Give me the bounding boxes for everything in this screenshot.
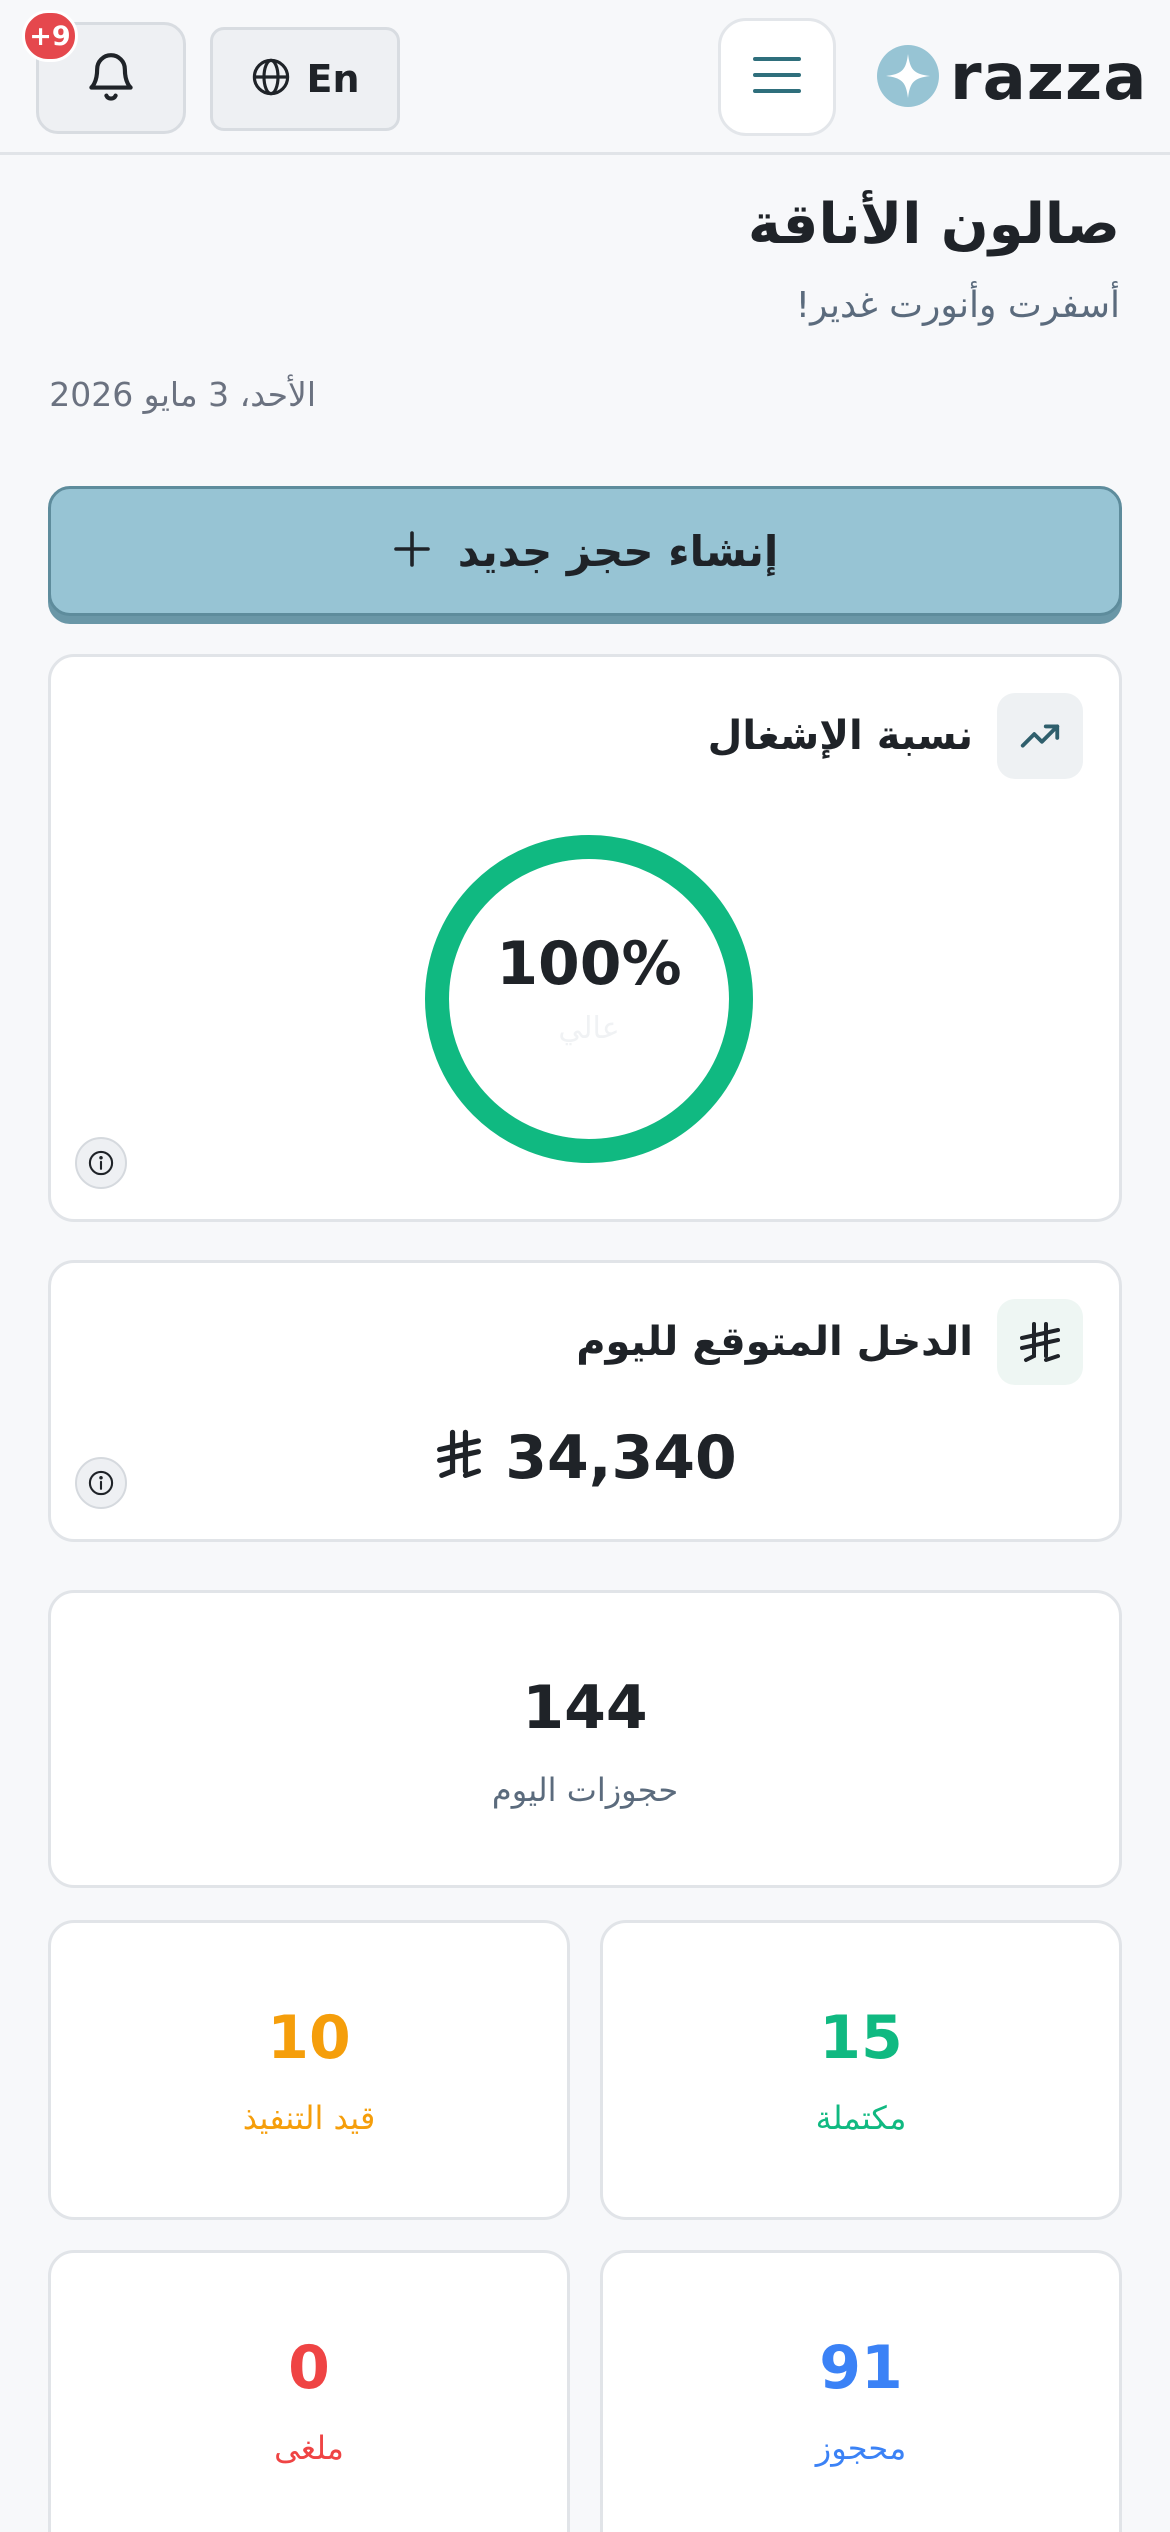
brand-logo: razza bbox=[876, 40, 1146, 116]
income-card: الدخل المتوقع لليوم 34,340 bbox=[48, 1260, 1122, 1542]
riyal-currency-icon bbox=[433, 1428, 485, 1488]
occupancy-card: نسبة الإشغال 100% عالي bbox=[48, 654, 1122, 1222]
new-booking-label: إنشاء حجز جديد bbox=[457, 526, 779, 576]
greeting-text: أسفرت وأنورت غدير! bbox=[795, 285, 1120, 326]
stat-in-progress-label: قيد التنفيذ bbox=[242, 2099, 376, 2137]
stat-completed-value: 15 bbox=[819, 2003, 903, 2073]
occupancy-card-header: نسبة الإشغال bbox=[708, 693, 1083, 779]
top-bar: +9 En razza bbox=[0, 0, 1170, 155]
menu-button[interactable] bbox=[718, 18, 836, 136]
hamburger-menu-icon bbox=[751, 53, 803, 101]
occupancy-gauge: 100% عالي bbox=[419, 829, 759, 1169]
sparkle-logo-icon bbox=[876, 44, 940, 112]
stat-booked-label: محجوز bbox=[815, 2429, 907, 2467]
stat-completed-label: مكتملة bbox=[815, 2099, 907, 2137]
occupancy-ring bbox=[425, 835, 753, 1163]
stat-cancelled-value: 0 bbox=[288, 2333, 330, 2403]
plus-icon bbox=[392, 529, 432, 573]
new-booking-button[interactable]: إنشاء حجز جديد bbox=[48, 486, 1122, 616]
income-card-header: الدخل المتوقع لليوم bbox=[576, 1299, 1083, 1385]
stat-cancelled-label: ملغى bbox=[274, 2429, 344, 2467]
stat-total-value: 144 bbox=[522, 1673, 648, 1743]
income-value-row: 34,340 bbox=[51, 1423, 1119, 1493]
stat-total-label: حجوزات اليوم bbox=[491, 1771, 679, 1809]
occupancy-level: عالي bbox=[558, 1011, 620, 1046]
income-title: الدخل المتوقع لليوم bbox=[576, 1319, 973, 1365]
globe-icon bbox=[250, 56, 292, 102]
occupancy-title: نسبة الإشغال bbox=[707, 713, 973, 759]
stat-total-bookings[interactable]: 144 حجوزات اليوم bbox=[48, 1590, 1122, 1888]
language-label: En bbox=[306, 57, 360, 101]
occupancy-value: 100% bbox=[496, 929, 682, 999]
stat-booked-value: 91 bbox=[819, 2333, 903, 2403]
language-switch-button[interactable]: En bbox=[210, 27, 400, 131]
riyal-icon bbox=[997, 1299, 1083, 1385]
logo-text: razza bbox=[950, 41, 1148, 115]
stat-cancelled[interactable]: 0 ملغى bbox=[48, 2250, 570, 2532]
info-icon[interactable] bbox=[75, 1137, 127, 1189]
stat-in-progress[interactable]: 10 قيد التنفيذ bbox=[48, 1920, 570, 2220]
stat-in-progress-value: 10 bbox=[267, 2003, 351, 2073]
trending-up-icon bbox=[997, 693, 1083, 779]
notifications-badge: +9 bbox=[22, 10, 78, 62]
info-icon[interactable] bbox=[75, 1457, 127, 1509]
stat-booked[interactable]: 91 محجوز bbox=[600, 2250, 1122, 2532]
current-date: الأحد، 3 مايو 2026 bbox=[49, 375, 316, 414]
bell-icon bbox=[83, 46, 139, 110]
stat-completed[interactable]: 15 مكتملة bbox=[600, 1920, 1122, 2220]
salon-name: صالون الأناقة bbox=[747, 192, 1120, 257]
income-value: 34,340 bbox=[505, 1423, 737, 1493]
